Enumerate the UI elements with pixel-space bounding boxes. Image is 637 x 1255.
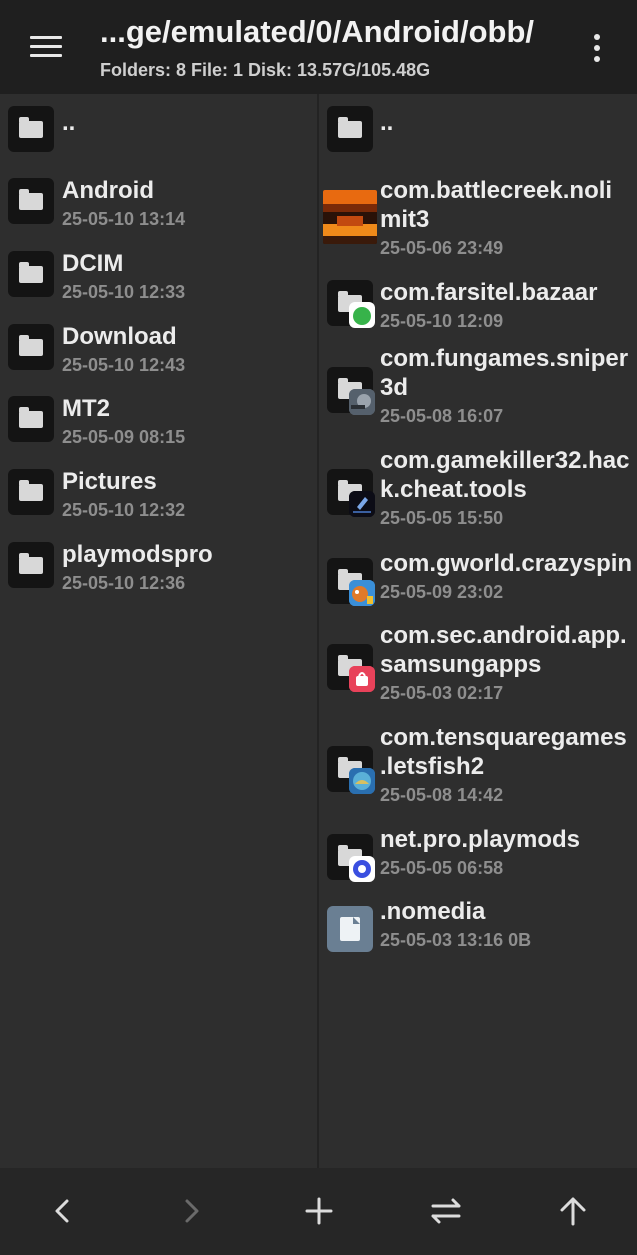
folder-icon (327, 746, 375, 794)
parent-directory-row[interactable]: .. (319, 102, 637, 166)
folder-row[interactable]: com.sec.android.app. samsungapps 25-05-0… (319, 622, 637, 722)
folder-row[interactable]: com.gamekiller32.hac k.cheat.tools 25-05… (319, 447, 637, 547)
folder-name: com.gworld.crazyspin (380, 550, 633, 577)
folder-name-line1: com.tensquaregames (380, 724, 627, 751)
top-app-bar: ...ge/emulated/0/Android/obb/ Folders: 8… (0, 0, 637, 94)
folder-icon (327, 558, 375, 606)
folder-name: DCIM (62, 250, 124, 277)
parent-directory-label: .. (62, 109, 76, 136)
folder-name: MT2 (62, 395, 110, 422)
folder-name: com.farsitel.bazaar (380, 279, 598, 306)
bottom-toolbar (0, 1168, 637, 1255)
playmods-app-icon (349, 856, 375, 882)
folder-row[interactable]: playmodspro 25-05-10 12:36 (0, 538, 317, 608)
folder-date: 25-05-09 23:02 (380, 582, 504, 602)
folder-name-line1: com.sec.android.app. (380, 622, 627, 649)
folder-icon (327, 469, 375, 517)
folder-icon (327, 280, 375, 328)
folder-icon (8, 469, 54, 515)
folder-date: 25-05-06 23:49 (380, 238, 504, 258)
right-file-pane: .. com.battlecreek.noli mit3 25-05-06 23… (319, 94, 637, 1168)
folder-row[interactable]: net.pro.playmods 25-05-05 06:58 (319, 826, 637, 900)
plus-icon[interactable] (294, 1186, 344, 1236)
folder-name: Pictures (62, 468, 157, 495)
folder-date: 25-05-08 14:42 (380, 785, 504, 805)
crazyspin-app-icon (349, 580, 375, 606)
file-row[interactable]: .nomedia 25-05-03 13:16 0B (319, 898, 637, 972)
back-arrow-icon[interactable] (38, 1186, 88, 1236)
swap-icon[interactable] (421, 1186, 471, 1236)
folder-icon (8, 251, 54, 297)
letsfish-app-icon (349, 768, 375, 794)
folder-date: 25-05-10 12:32 (62, 500, 186, 520)
folder-name-line2: mit3 (380, 206, 430, 233)
folder-icon (8, 542, 54, 588)
folder-name: net.pro.playmods (380, 826, 581, 853)
folder-row[interactable]: com.fungames.sniper 3d 25-05-08 16:07 (319, 345, 637, 445)
folder-name-line2: .letsfish2 (380, 753, 485, 780)
galaxy-store-icon (349, 666, 375, 692)
folder-date: 25-05-05 06:58 (380, 858, 504, 878)
folder-date: 25-05-08 16:07 (380, 406, 504, 426)
folder-name-line1: com.fungames.sniper (380, 345, 629, 372)
folder-icon (327, 834, 375, 882)
folder-date: 25-05-10 13:14 (62, 209, 186, 229)
folder-row[interactable]: com.battlecreek.noli mit3 25-05-06 23:49 (319, 174, 637, 270)
bazaar-app-icon (349, 302, 375, 328)
folder-row[interactable]: com.gworld.crazyspin 25-05-09 23:02 (319, 550, 637, 624)
folder-name-line2: k.cheat.tools (380, 476, 527, 503)
folder-row[interactable]: com.farsitel.bazaar 25-05-10 12:09 (319, 276, 637, 346)
folder-icon (8, 324, 54, 370)
folder-date: 25-05-05 15:50 (380, 508, 504, 528)
folder-icon (327, 106, 373, 152)
folder-icon (327, 644, 375, 692)
file-name: .nomedia (380, 898, 486, 925)
folder-row[interactable]: Download 25-05-10 12:43 (0, 320, 317, 390)
folder-row[interactable]: Android 25-05-10 13:14 (0, 174, 317, 244)
left-file-pane: .. Android 25-05-10 13:14 DCIM 25-05-10 … (0, 94, 317, 1168)
folder-icon (8, 106, 54, 152)
current-path-title: ...ge/emulated/0/Android/obb/ (100, 14, 535, 49)
file-icon (327, 906, 373, 952)
folder-date: 25-05-10 12:09 (380, 311, 504, 331)
folder-row[interactable]: DCIM 25-05-10 12:33 (0, 247, 317, 317)
folder-date: 25-05-10 12:36 (62, 573, 186, 593)
folder-name-line1: com.gamekiller32.hac (380, 447, 630, 474)
folder-name-line2: samsungapps (380, 651, 542, 678)
up-arrow-icon[interactable] (548, 1186, 598, 1236)
more-vert-icon[interactable] (582, 28, 612, 68)
folder-icon (8, 396, 54, 442)
folder-name: Android (62, 177, 154, 204)
folder-date: 25-05-09 08:15 (62, 427, 186, 447)
file-date-size: 25-05-03 13:16 0B (380, 930, 532, 950)
parent-directory-row[interactable]: .. (0, 102, 317, 166)
folder-row[interactable]: Pictures 25-05-10 12:32 (0, 465, 317, 535)
folder-date: 25-05-10 12:33 (62, 282, 186, 302)
folder-name: playmodspro (62, 541, 213, 568)
folder-date: 25-05-03 02:17 (380, 683, 504, 703)
folder-name-line1: com.battlecreek.noli (380, 177, 613, 204)
folder-icon (8, 178, 54, 224)
game-thumbnail-icon (323, 190, 377, 244)
folder-date: 25-05-10 12:43 (62, 355, 186, 375)
folder-name-line2: 3d (380, 374, 409, 401)
folder-name: Download (62, 323, 177, 350)
folder-row[interactable]: MT2 25-05-09 08:15 (0, 392, 317, 462)
folder-icon (327, 367, 375, 415)
sniper-app-icon (349, 389, 375, 415)
gamekiller-app-icon (349, 491, 375, 517)
parent-directory-label: .. (380, 109, 394, 136)
forward-arrow-icon[interactable] (166, 1186, 216, 1236)
folder-row[interactable]: com.tensquaregames .letsfish2 25-05-08 1… (319, 724, 637, 824)
hamburger-menu-icon[interactable] (22, 26, 72, 70)
path-info-summary: Folders: 8 File: 1 Disk: 13.57G/105.48G (100, 60, 431, 80)
